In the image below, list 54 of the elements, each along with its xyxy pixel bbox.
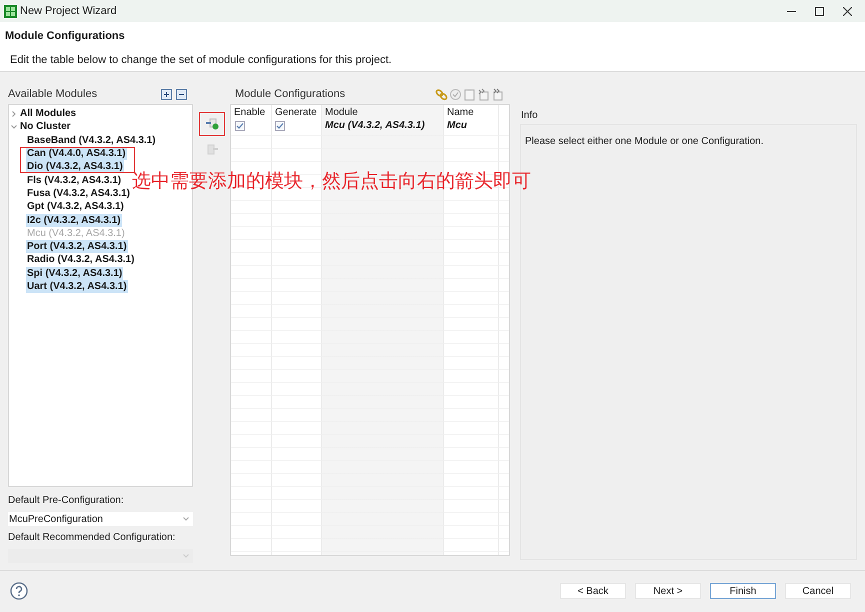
pre-configuration-dropdown[interactable]: McuPreConfiguration (8, 512, 193, 526)
info-title: Info (520, 109, 539, 123)
tree-item[interactable]: Port (V4.3.2, AS4.3.1) (26, 240, 128, 254)
tree-item[interactable]: All Modules (20, 106, 76, 122)
maximize-icon (814, 6, 824, 16)
section-label: Available Modules (8, 86, 98, 102)
plug-minus-icon (204, 144, 218, 156)
dialog-button[interactable]: Finish (710, 583, 776, 599)
page-description: Edit the table below to change the set of module configurations for this project. (9, 52, 393, 68)
tree-item[interactable]: Gpt (V4.3.2, AS4.3.1) (26, 200, 125, 214)
tree-item[interactable]: No Cluster (20, 119, 71, 134)
clipboard-icon[interactable] (463, 88, 476, 100)
dialog-button[interactable]: Cancel (785, 583, 851, 599)
expand-all-icon[interactable] (161, 88, 172, 100)
column-header[interactable]: Module (322, 104, 444, 120)
tree-item[interactable]: Dio (V4.3.2, AS4.3.1) (26, 160, 124, 174)
add-module-button[interactable] (198, 112, 224, 136)
field-label: Default Recommended Configuration: (8, 531, 176, 545)
page-title: Module Configurations (5, 29, 126, 44)
column-header[interactable]: Generate (272, 104, 322, 120)
column-header[interactable]: Enable (231, 104, 272, 120)
window-title: New Project Wizard (20, 4, 117, 19)
collapse-all-icon[interactable] (176, 88, 187, 100)
plug-plus-icon (204, 118, 218, 130)
tree-item[interactable]: I2c (V4.3.2, AS4.3.1) (26, 214, 122, 227)
document-arrows-icon[interactable] (477, 88, 490, 100)
tree-item[interactable]: BaseBand (V4.3.2, AS4.3.1) (26, 134, 157, 147)
dialog-button[interactable]: Next > (635, 583, 701, 599)
tree-item[interactable]: Radio (V4.3.2, AS4.3.1) (26, 253, 136, 266)
annotation-text: 选中需要添加的模块，然后点击向右的箭头即可 (132, 169, 531, 194)
tree-item[interactable]: Fusa (V4.3.2, AS4.3.1) (26, 186, 132, 200)
chain-link-icon[interactable] (435, 88, 448, 100)
close-icon (842, 6, 852, 16)
checkbox[interactable] (275, 120, 285, 130)
tree-item[interactable]: Spi (V4.3.2, AS4.3.1) (26, 266, 124, 280)
app-icon (4, 4, 17, 18)
validate-icon[interactable] (449, 88, 462, 100)
minimize-icon (786, 10, 796, 12)
caret-icon (183, 554, 189, 558)
tree-item[interactable]: Uart (V4.3.2, AS4.3.1) (26, 280, 128, 293)
document-arrows-icon[interactable] (491, 88, 504, 100)
table-cell-text: Mcu (446, 119, 468, 133)
info-message: Please select either one Module or one Configuration. (525, 136, 764, 147)
dropdown-value: McuPreConfiguration (9, 512, 103, 526)
checkbox[interactable] (235, 120, 245, 130)
dialog-button[interactable]: < Back (560, 583, 626, 599)
field-label: Default Pre-Configuration: (8, 494, 125, 508)
column-header[interactable]: Name (444, 104, 499, 120)
help-icon[interactable] (10, 582, 28, 600)
tree-item[interactable]: Can (V4.4.0, AS4.3.1) (26, 147, 127, 160)
tree-item[interactable]: Fls (V4.3.2, AS4.3.1) (26, 174, 122, 187)
caret-icon (183, 517, 189, 521)
table-cell-text: Mcu (V4.3.2, AS4.3.1) (324, 119, 426, 133)
section-label: Module Configurations (234, 86, 346, 102)
